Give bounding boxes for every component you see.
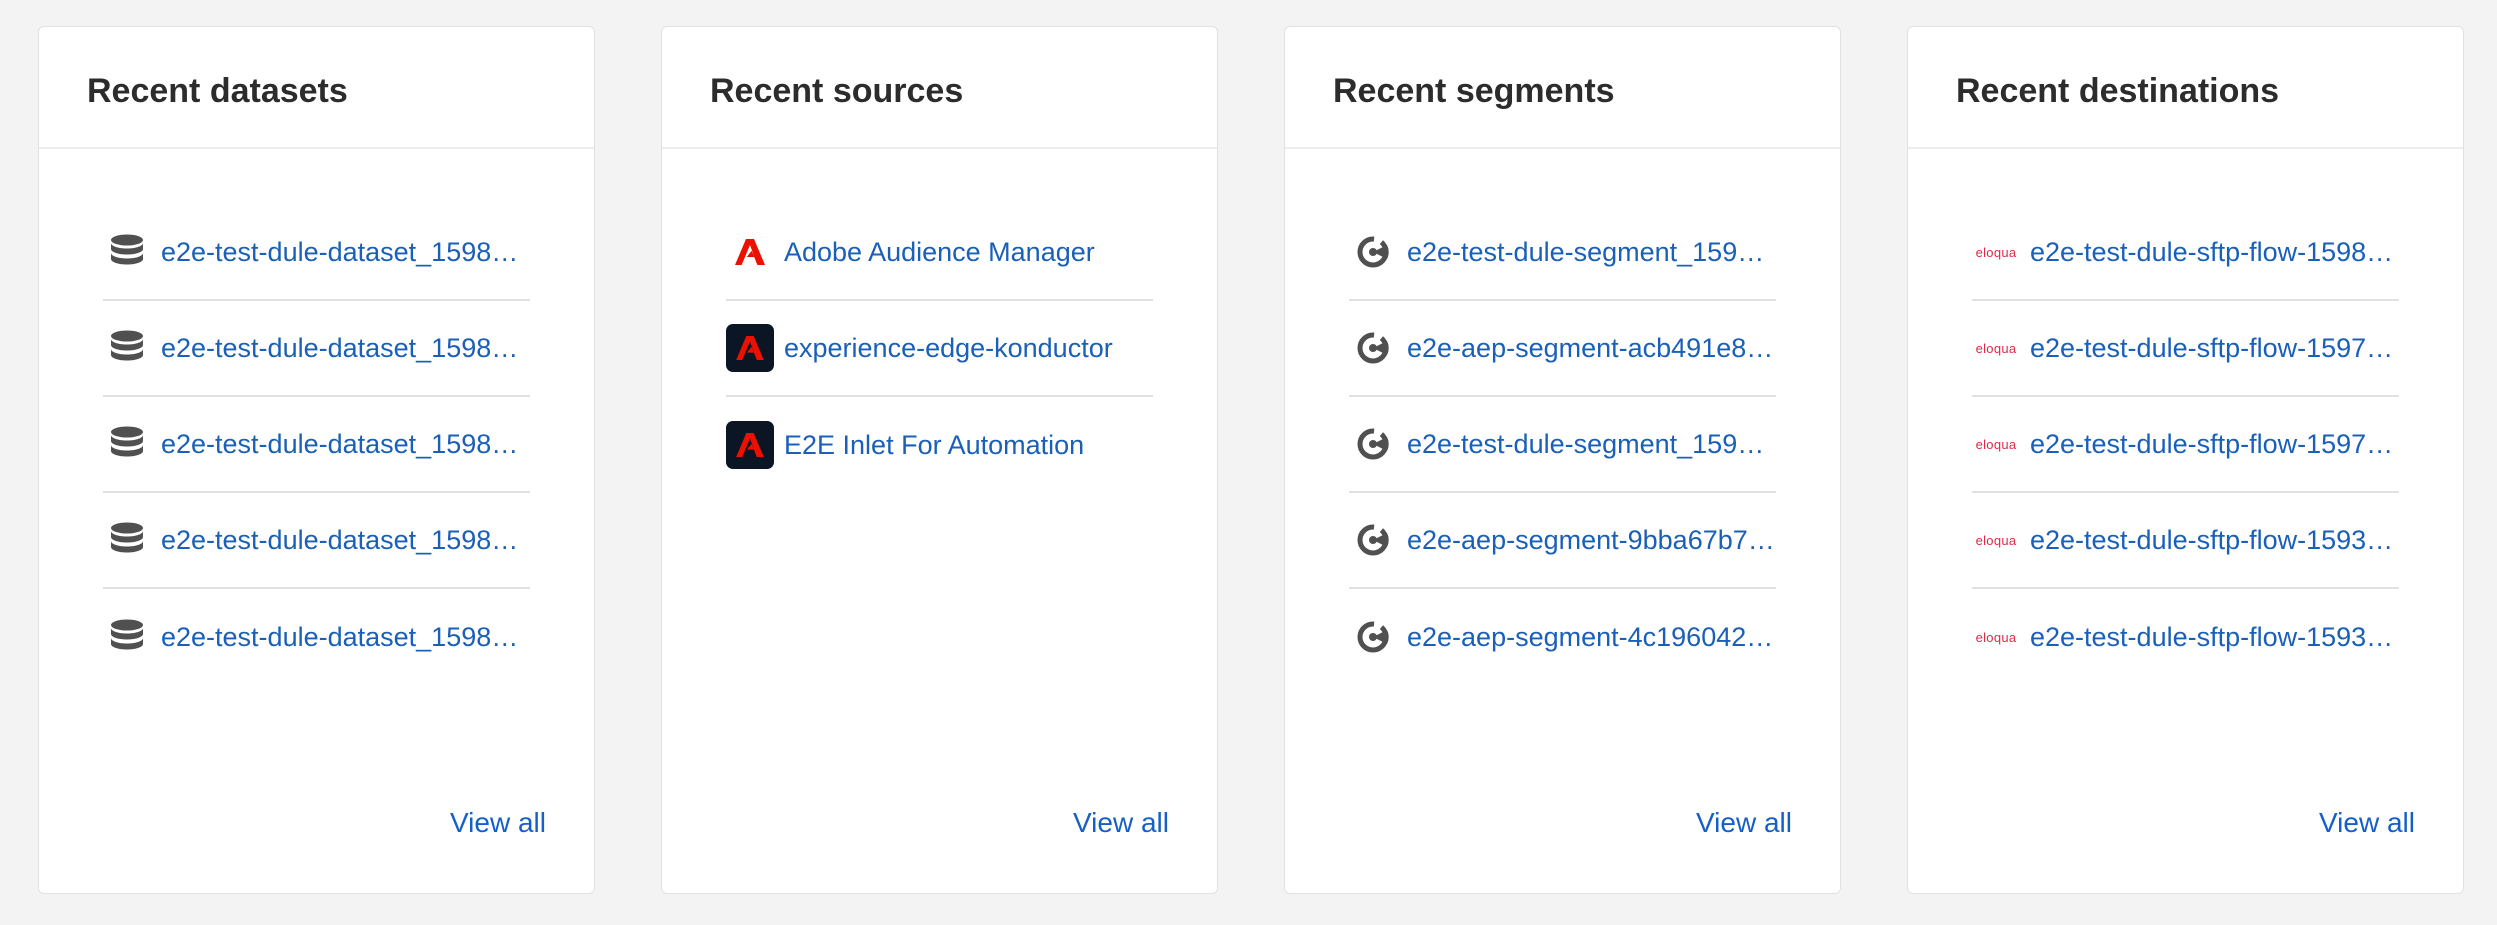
recent-datasets-card: Recent datasets e2e-test-dule-dataset_15… [38,26,595,894]
list-item[interactable]: eloqua e2e-test-dule-sftp-flow-1597287..… [1972,301,2399,397]
card-title: Recent datasets [87,71,348,110]
destination-link[interactable]: e2e-test-dule-sftp-flow-1597283... [2030,429,2399,460]
recent-segments-card: Recent segments e2e-test-dule-segment_15… [1284,26,1841,894]
dataset-link[interactable]: e2e-test-dule-dataset_15982703... [161,622,530,653]
destination-link[interactable]: e2e-test-dule-sftp-flow-1598270... [2030,237,2399,268]
list-item[interactable]: eloqua e2e-test-dule-sftp-flow-1598270..… [1972,205,2399,301]
view-all-segments-link[interactable]: View all [1696,807,1792,839]
dataset-link[interactable]: e2e-test-dule-dataset_15983937... [161,429,530,460]
segment-icon [1349,228,1397,276]
view-all-sources-link[interactable]: View all [1073,807,1169,839]
destination-list: eloqua e2e-test-dule-sftp-flow-1598270..… [1972,237,2399,733]
list-item[interactable]: e2e-test-dule-segment_1598551... [1349,205,1776,301]
view-all-destinations-link[interactable]: View all [2319,807,2415,839]
segment-icon [1349,613,1397,661]
eloqua-logo-icon: eloqua [1975,340,2017,356]
destination-link[interactable]: e2e-test-dule-sftp-flow-1593206... [2030,622,2399,653]
list-item[interactable]: Adobe Audience Manager [726,205,1153,301]
segment-link[interactable]: e2e-aep-segment-acb491e8-134... [1407,333,1776,364]
list-item[interactable]: e2e-test-dule-dataset_15985513... [103,205,530,301]
source-link[interactable]: E2E Inlet For Automation [784,430,1084,461]
segment-list: e2e-test-dule-segment_1598551... e2e-aep… [1349,236,1776,733]
eloqua-logo-icon: eloqua [1975,244,2017,260]
segment-icon [1349,420,1397,468]
card-header: Recent sources [662,27,1217,149]
recent-destinations-card: Recent destinations eloqua e2e-test-dule… [1907,26,2464,894]
list-item[interactable]: eloqua e2e-test-dule-sftp-flow-1593206..… [1972,589,2399,685]
view-all-datasets-link[interactable]: View all [450,807,546,839]
list-item[interactable]: e2e-aep-segment-9bba67b7-25... [1349,493,1776,589]
list-item[interactable]: e2e-aep-segment-acb491e8-134... [1349,301,1776,397]
source-link[interactable]: experience-edge-konductor [784,333,1113,364]
dataset-link[interactable]: e2e-test-dule-dataset_15985513... [161,237,530,268]
dashboard-cards-row: Recent datasets e2e-test-dule-dataset_15… [38,26,2464,894]
list-item[interactable]: experience-edge-konductor [726,301,1153,397]
segment-icon [1349,516,1397,564]
list-item[interactable]: E2E Inlet For Automation [726,397,1153,493]
card-title: Recent sources [710,71,964,110]
adobe-logo-icon [726,228,774,276]
segment-link[interactable]: e2e-test-dule-segment_1598487... [1407,429,1776,460]
list-item[interactable]: eloqua e2e-test-dule-sftp-flow-1597283..… [1972,397,2399,493]
segment-icon [1349,324,1397,372]
destination-link[interactable]: e2e-test-dule-sftp-flow-1593993... [2030,525,2399,556]
dataset-list: e2e-test-dule-dataset_15985513... e2e-te… [103,234,530,733]
database-icon [103,613,151,661]
card-header: Recent datasets [39,27,594,149]
recent-sources-card: Recent sources Adobe Audience Manager ex… [661,26,1218,894]
adobe-tile-icon [726,421,774,469]
card-header: Recent destinations [1908,27,2463,149]
list-item[interactable]: eloqua e2e-test-dule-sftp-flow-1593993..… [1972,493,2399,589]
segment-link[interactable]: e2e-aep-segment-9bba67b7-25... [1407,525,1776,556]
database-icon [103,324,151,372]
database-icon [103,420,151,468]
source-link[interactable]: Adobe Audience Manager [784,237,1095,268]
eloqua-logo-icon: eloqua [1975,629,2017,645]
segment-link[interactable]: e2e-test-dule-segment_1598551... [1407,237,1776,268]
list-item[interactable]: e2e-aep-segment-4c196042-ab... [1349,589,1776,685]
dataset-link[interactable]: e2e-test-dule-dataset_15984409... [161,333,530,364]
card-title: Recent destinations [1956,71,2280,110]
list-item[interactable]: e2e-test-dule-dataset_15982703... [103,589,530,685]
eloqua-logo-icon: eloqua [1975,532,2017,548]
card-header: Recent segments [1285,27,1840,149]
list-item[interactable]: e2e-test-dule-segment_1598487... [1349,397,1776,493]
database-icon [103,516,151,564]
segment-link[interactable]: e2e-aep-segment-4c196042-ab... [1407,622,1776,653]
eloqua-logo-icon: eloqua [1975,436,2017,452]
dataset-link[interactable]: e2e-test-dule-dataset_159831156... [161,525,530,556]
database-icon [103,228,151,276]
destination-link[interactable]: e2e-test-dule-sftp-flow-1597287... [2030,333,2399,364]
card-title: Recent segments [1333,71,1615,110]
list-item[interactable]: e2e-test-dule-dataset_15984409... [103,301,530,397]
adobe-tile-icon [726,324,774,372]
source-list: Adobe Audience Manager experience-edge-k… [726,237,1153,541]
list-item[interactable]: e2e-test-dule-dataset_159831156... [103,493,530,589]
list-item[interactable]: e2e-test-dule-dataset_15983937... [103,397,530,493]
